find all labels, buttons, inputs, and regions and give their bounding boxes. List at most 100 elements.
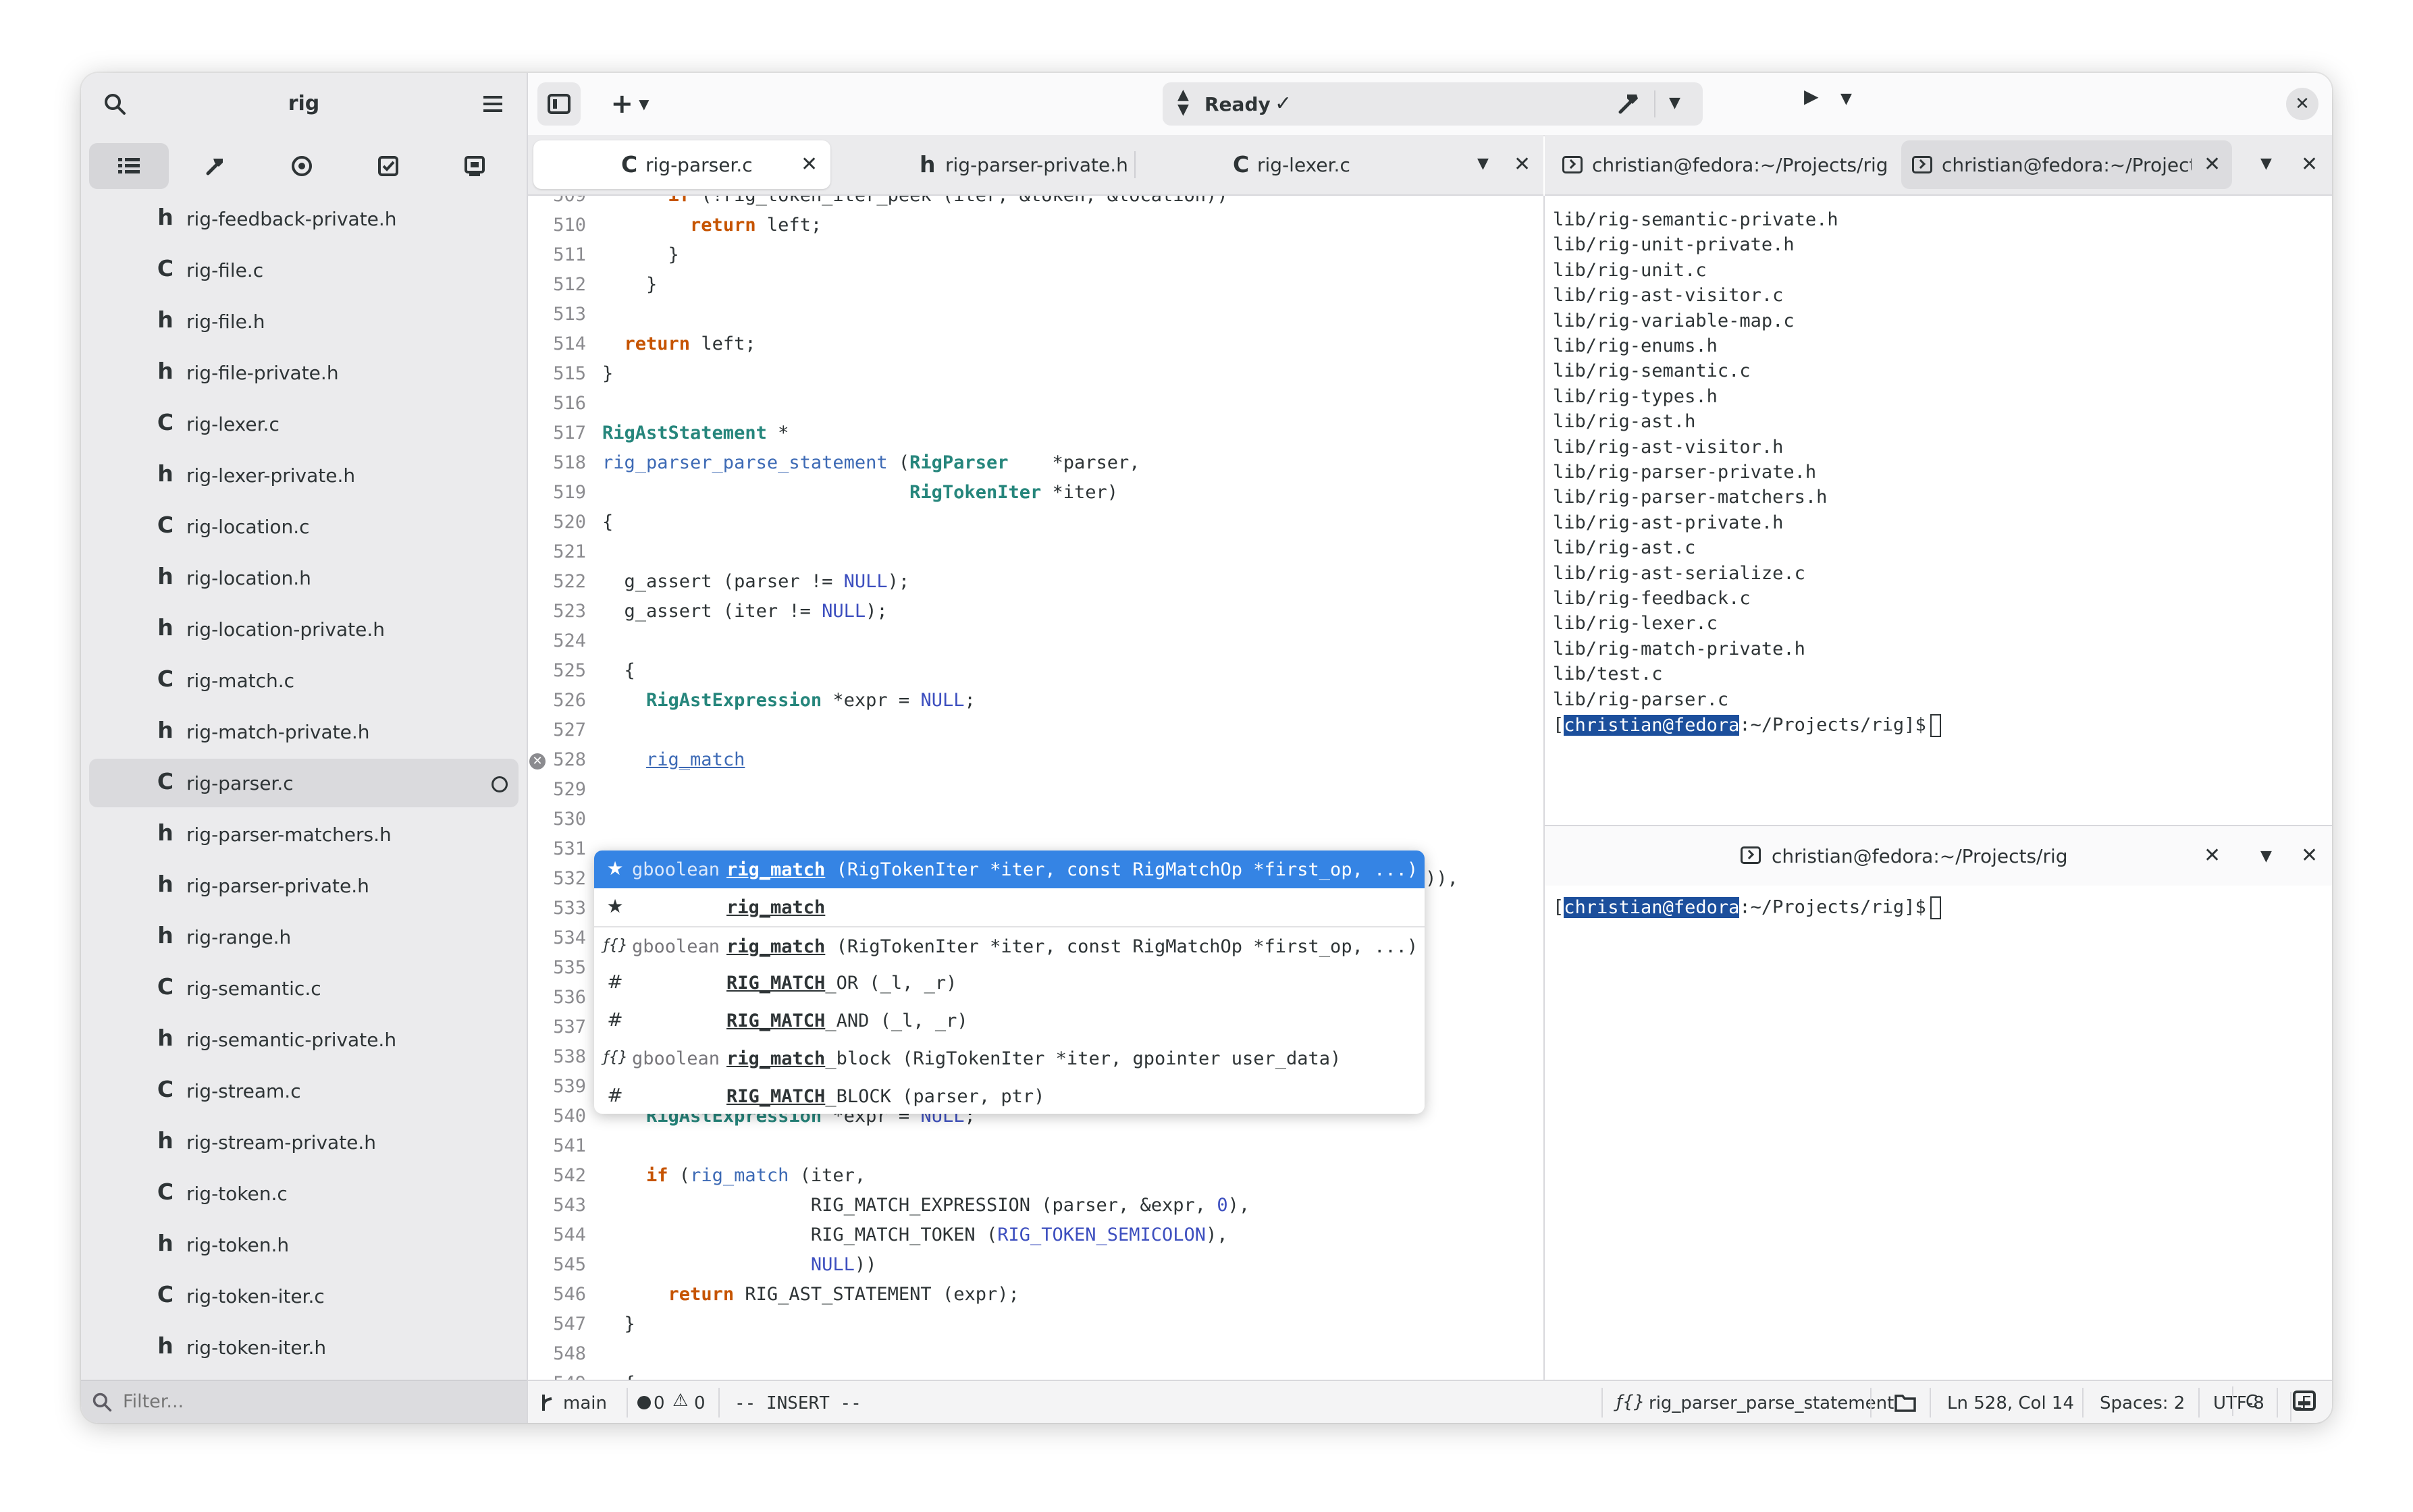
file-item[interactable]: h rig-range.h xyxy=(89,913,519,961)
close-icon[interactable]: ✕ xyxy=(801,153,818,176)
tabs-menu-chevron-icon[interactable]: ▼ xyxy=(2260,155,2272,172)
main-menu-button[interactable] xyxy=(471,82,514,126)
completion-item[interactable]: # RIG_MATCH_OR (_l, _r) xyxy=(594,964,1425,1002)
close-icon[interactable]: ✕ xyxy=(2204,844,2221,867)
code-text: } xyxy=(602,1314,635,1334)
file-item[interactable]: Crig-file.c xyxy=(89,246,519,294)
tab-terminal-1[interactable]: christian@fedora:~/Projects/rig xyxy=(1552,140,1896,189)
divider xyxy=(1930,1388,1931,1418)
code-text: g_assert (iter != NULL); xyxy=(602,601,888,622)
tab-build[interactable] xyxy=(176,143,255,189)
file-item[interactable]: h rig-lexer-private.h xyxy=(89,451,519,500)
tab-rig-parser-c[interactable]: C rig-parser.c ✕ xyxy=(533,140,830,189)
completion-item[interactable]: # RIG_MATCH_AND (_l, _r) xyxy=(594,1002,1425,1040)
branch-indicator[interactable]: main xyxy=(540,1381,621,1423)
line-number: 549 xyxy=(528,1373,586,1380)
line-number: 540 xyxy=(553,1106,586,1127)
omni-bar[interactable]: ▲ ▼ Ready ✓ ▼ xyxy=(1163,82,1703,126)
new-menu-button[interactable]: + ▼ xyxy=(600,82,660,126)
completion-item[interactable]: ★ rig_match xyxy=(594,888,1425,926)
c-file-icon: C xyxy=(157,973,174,1000)
file-name: rig-location.c xyxy=(186,516,310,538)
file-item[interactable]: h rig-parser-matchers.h xyxy=(89,810,519,859)
build-menu-chevron-icon[interactable]: ▼ xyxy=(1669,94,1680,111)
tab-rig-parser-private-h[interactable]: h rig-parser-private.h xyxy=(837,140,1133,189)
indentation[interactable]: Spaces: 2 xyxy=(2100,1393,2185,1413)
tabs-menu-chevron-icon[interactable]: ▼ xyxy=(1477,155,1489,172)
close-frame-icon[interactable]: ✕ xyxy=(1514,153,1531,176)
completion-item[interactable]: ★ gboolean rig_match (RigTokenIter *iter, … xyxy=(594,850,1425,888)
file-item[interactable]: h rig-match-private.h xyxy=(89,707,519,756)
tab-terminal-2[interactable]: christian@fedora:~/Projects/rig ✕ xyxy=(1901,140,2232,189)
cursor-position[interactable]: Ln 528, Col 14 xyxy=(1947,1393,2074,1413)
tab-todo[interactable] xyxy=(348,143,428,189)
file-item[interactable]: h rig-location.h xyxy=(89,554,519,602)
file-item[interactable]: h rig-token-iter.h xyxy=(89,1323,519,1372)
line-number: 542 xyxy=(553,1165,586,1186)
code-editor[interactable]: 509 if (!rig_token_iter_peek (iter, &tok… xyxy=(528,196,1545,1380)
panel-toggle-icon[interactable] xyxy=(2293,1390,2316,1411)
completion-item[interactable]: ƒ{} gboolean rig_match_block (RigTokenIter… xyxy=(594,1040,1425,1077)
file-item[interactable]: h rig-parser-private.h xyxy=(89,861,519,910)
file-item[interactable]: Crig-location.c xyxy=(89,502,519,551)
completion-item[interactable]: # RIG_MATCH_BLOCK (parser, ptr) xyxy=(594,1077,1425,1114)
header-file-icon: h xyxy=(157,204,174,230)
toggle-sidebar-button[interactable] xyxy=(537,82,581,126)
file-item[interactable]: Crig-token.c xyxy=(89,1169,519,1218)
completion-item[interactable]: ƒ{} gboolean rig_match (RigTokenIter *iter… xyxy=(594,926,1425,965)
file-item[interactable]: Crig-match.c xyxy=(89,656,519,705)
code-line: 520 { xyxy=(528,506,1543,536)
header-file-icon: h xyxy=(157,819,174,846)
terminal-1[interactable]: lib/rig-semantic-private.h lib/rig-unit-p… xyxy=(1545,196,2332,825)
current-symbol[interactable]: rig_parser_parse_statement xyxy=(1649,1393,1894,1413)
diagnostic-error-icon[interactable]: ✕ xyxy=(529,753,546,770)
filter-input[interactable] xyxy=(122,1390,502,1413)
line-number: 521 xyxy=(553,541,586,562)
code-line: 515} xyxy=(528,358,1543,387)
close-icon: ✕ xyxy=(2295,94,2310,114)
language[interactable]: C xyxy=(2246,1392,2258,1412)
completion-return-type: gboolean xyxy=(632,1048,720,1069)
line-number: 544 xyxy=(553,1224,586,1245)
file-item[interactable]: Crig-token-iter.c xyxy=(89,1272,519,1320)
terminal-output-line: lib/rig-parser.c xyxy=(1553,688,1729,710)
tab-rig-lexer-c[interactable]: C rig-lexer.c xyxy=(1138,140,1408,189)
code-line: 523 g_assert (iter != NULL); xyxy=(528,595,1543,625)
diagnostics-indicator[interactable]: 0 ⚠ 0 xyxy=(636,1381,714,1423)
terminal-2[interactable]: [christian@fedora:~/Projects/rig]$ xyxy=(1545,886,2332,1380)
tab-project-tree[interactable] xyxy=(89,143,169,189)
completion-label: rig_match_block (RigTokenIter *iter, gpo… xyxy=(726,1048,1342,1069)
folder-icon[interactable] xyxy=(1894,1393,1916,1412)
build-button[interactable] xyxy=(1615,89,1645,119)
close-frame-icon[interactable]: ✕ xyxy=(2301,844,2318,867)
file-item[interactable]: Crig-parser.c xyxy=(89,759,519,807)
file-item[interactable]: Crig-semantic.c xyxy=(89,964,519,1013)
close-icon[interactable]: ✕ xyxy=(2204,153,2221,176)
tab-symbols[interactable] xyxy=(435,143,514,189)
file-name: rig-token-iter.c xyxy=(186,1285,325,1307)
code-line: 512 } xyxy=(528,269,1543,298)
file-item[interactable]: Crig-stream.c xyxy=(89,1066,519,1115)
file-item[interactable]: h rig-feedback-private.h xyxy=(89,194,519,243)
divider xyxy=(1654,90,1655,117)
run-button[interactable]: ▶ xyxy=(1804,85,1845,123)
file-name: rig-token-iter.h xyxy=(186,1336,327,1359)
file-item[interactable]: h rig-token.h xyxy=(89,1220,519,1269)
line-number: 513 xyxy=(553,304,586,325)
file-item[interactable]: h rig-file.h xyxy=(89,297,519,346)
run-menu-chevron-icon[interactable]: ▼ xyxy=(1840,90,1852,107)
file-item[interactable]: h rig-file-private.h xyxy=(89,348,519,397)
close-window-button[interactable]: ✕ xyxy=(2286,88,2318,120)
hammer-icon xyxy=(1618,94,1638,114)
close-frame-icon[interactable]: ✕ xyxy=(2301,153,2318,176)
file-name: rig-location.h xyxy=(186,567,311,589)
file-item[interactable]: h rig-semantic-private.h xyxy=(89,1015,519,1064)
divider xyxy=(1134,151,1136,178)
file-item[interactable]: h rig-location-private.h xyxy=(89,605,519,653)
file-name: rig-stream.c xyxy=(186,1080,301,1102)
tabs-menu-chevron-icon[interactable]: ▼ xyxy=(2260,848,2272,865)
file-item[interactable]: Crig-lexer.c xyxy=(89,400,519,448)
tab-debugger[interactable] xyxy=(262,143,342,189)
line-number: 510 xyxy=(553,215,586,236)
file-item[interactable]: h rig-stream-private.h xyxy=(89,1118,519,1166)
